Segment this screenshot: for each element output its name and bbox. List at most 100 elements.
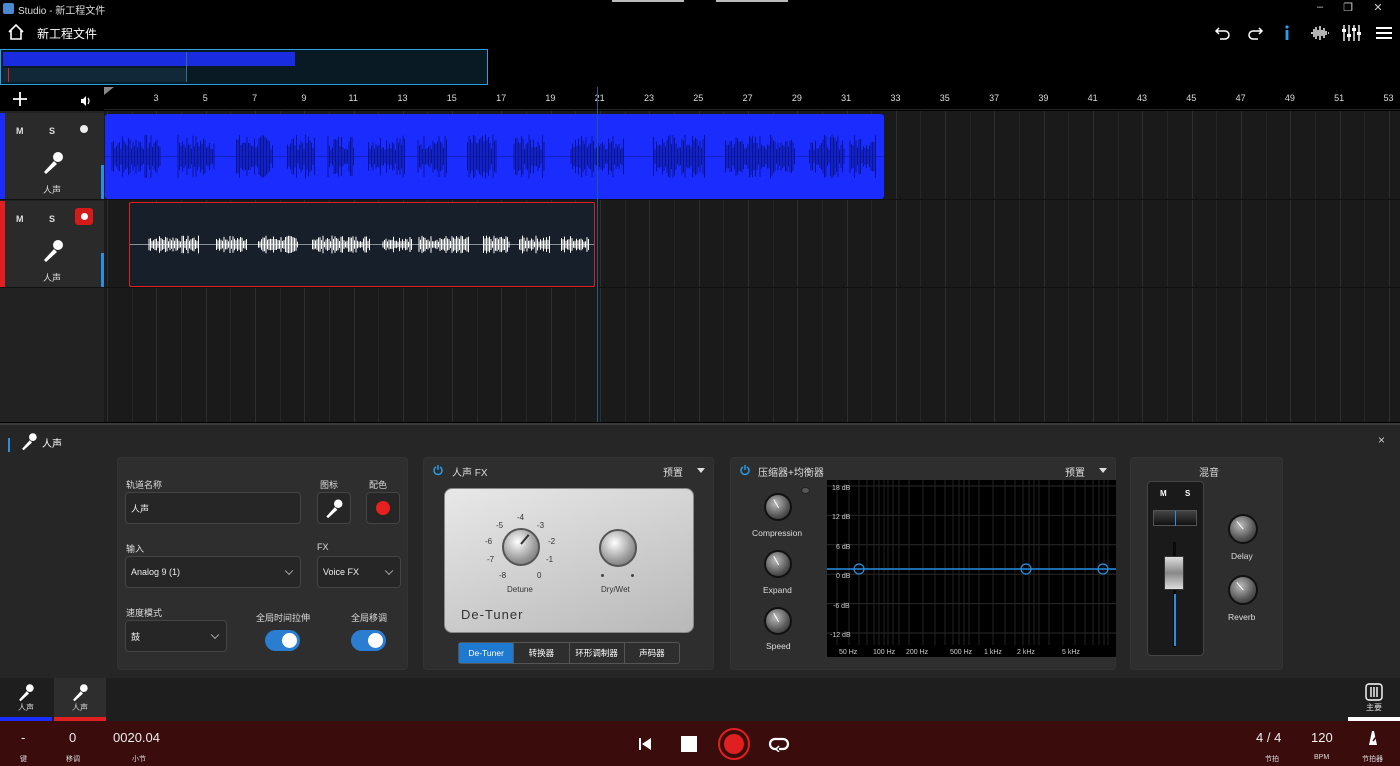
fx-label: FX <box>317 542 329 552</box>
grid-line <box>1290 111 1292 422</box>
audio-clip-track-1[interactable] <box>105 114 884 199</box>
expand-knob[interactable] <box>764 550 792 578</box>
minimize-icon[interactable]: – <box>1310 1 1330 13</box>
menu-icon[interactable] <box>1373 22 1395 44</box>
pan-control[interactable] <box>1153 510 1197 526</box>
mixer-icon[interactable] <box>1340 22 1362 44</box>
bpm-value[interactable]: 120 <box>1311 730 1333 745</box>
detune-knob[interactable] <box>502 528 540 566</box>
ruler-tick-label: 37 <box>989 93 1000 103</box>
track-detail-panel: 人声 × 轨道名称 人声 图标 配色 输入 Analog 9 (1) FX Vo… <box>0 423 1400 678</box>
comp-eq-preset-button[interactable]: 预置 <box>1065 464 1085 479</box>
ruler-tick-label: 7 <box>252 93 258 103</box>
mute-button[interactable]: M <box>16 126 24 136</box>
add-track-icon[interactable] <box>11 90 29 113</box>
tab-converter[interactable]: 转换器 <box>513 643 568 663</box>
key-value[interactable]: - <box>21 730 25 745</box>
tab-vocoder[interactable]: 声码器 <box>623 643 679 663</box>
footer-track-tab-1[interactable]: 人声 <box>0 678 52 721</box>
color-picker-button[interactable] <box>366 492 400 524</box>
redo-icon[interactable] <box>1244 22 1266 44</box>
track-name-input[interactable]: 人声 <box>125 492 301 524</box>
dry-wet-knob[interactable] <box>599 529 637 567</box>
ruler-tick-label: 35 <box>939 93 950 103</box>
loop-button[interactable] <box>767 733 791 755</box>
icon-picker-button[interactable] <box>317 492 351 524</box>
rewind-button[interactable] <box>634 733 656 755</box>
grid-line <box>1314 111 1316 422</box>
preset-dropdown-icon[interactable] <box>697 468 705 473</box>
bar-position-value[interactable]: 0020.04 <box>113 730 160 745</box>
close-detail-icon[interactable]: × <box>1378 433 1385 447</box>
metronome-button[interactable] <box>1364 729 1382 747</box>
grid-line <box>1068 111 1070 422</box>
transpose-value[interactable]: 0 <box>69 730 76 745</box>
track-header-2[interactable]: M S 人声 <box>0 201 104 288</box>
close-window-icon[interactable]: ✕ <box>1368 1 1388 14</box>
footer-track-tab-2[interactable]: 人声 <box>54 678 106 721</box>
transpose-toggle[interactable] <box>351 630 386 651</box>
speed-mode-select[interactable]: 鼓 <box>125 620 227 652</box>
tab-de-tuner[interactable]: De-Tuner <box>459 643 514 663</box>
tab-ring-modulator[interactable]: 环形调制器 <box>568 643 624 663</box>
home-icon[interactable] <box>7 23 25 46</box>
detail-title: 人声 <box>42 439 62 450</box>
waveform-view-icon[interactable] <box>1309 22 1331 44</box>
grid-line <box>1142 111 1144 422</box>
eq-db-label: 12 dB <box>832 514 851 521</box>
grid-line <box>895 111 897 422</box>
mix-solo-button[interactable]: S <box>1185 489 1190 498</box>
power-icon[interactable] <box>432 463 444 481</box>
metronome-label: 节拍器 <box>1362 756 1383 763</box>
grid-line <box>1117 111 1119 422</box>
speaker-icon[interactable] <box>80 94 92 112</box>
playhead[interactable] <box>597 87 598 422</box>
input-select-value: Analog 9 (1) <box>131 567 181 577</box>
record-arm-button[interactable] <box>75 208 93 225</box>
preset-dropdown-icon[interactable] <box>1099 468 1107 473</box>
input-select[interactable]: Analog 9 (1) <box>125 556 301 588</box>
restore-icon[interactable]: ❐ <box>1338 1 1358 14</box>
eq-db-label: 18 dB <box>832 485 851 492</box>
main-tab-label: 主要 <box>1366 703 1382 712</box>
ruler-tick-label: 49 <box>1284 93 1295 103</box>
song-overview[interactable] <box>0 49 488 85</box>
record-arm-button[interactable] <box>80 125 88 133</box>
mix-panel: 混音 M S Delay Reverb <box>1130 457 1283 670</box>
time-stretch-toggle[interactable] <box>265 630 300 651</box>
color-label: 配色 <box>369 480 388 490</box>
app-icon <box>3 3 14 14</box>
power-icon[interactable] <box>739 463 751 481</box>
compression-knob[interactable] <box>764 493 792 521</box>
vocal-fx-preset-button[interactable]: 预置 <box>663 464 683 479</box>
ruler-tick-label: 53 <box>1383 93 1394 103</box>
mute-button[interactable]: M <box>16 214 24 224</box>
track-level-meter <box>101 165 104 199</box>
delay-knob[interactable] <box>1228 514 1258 544</box>
main-mix-tab[interactable]: 主要 <box>1348 678 1400 721</box>
microphone-icon <box>73 684 88 702</box>
reverb-knob[interactable] <box>1228 575 1258 605</box>
bpm-label: BPM <box>1314 754 1330 761</box>
stop-button[interactable] <box>678 733 700 755</box>
toggle-knob <box>282 633 297 648</box>
track-header-1[interactable]: M S 人声 <box>0 113 104 200</box>
fx-select[interactable]: Voice FX <box>317 556 401 588</box>
eq-graph[interactable]: 18 dB 12 dB 6 dB 0 dB -6 dB -12 dB 50 Hz… <box>827 480 1116 657</box>
mix-mute-button[interactable]: M <box>1160 489 1167 498</box>
speed-knob[interactable] <box>764 607 792 635</box>
song-start-marker[interactable] <box>104 87 114 95</box>
volume-fader[interactable] <box>1164 556 1184 590</box>
solo-button[interactable]: S <box>49 126 55 136</box>
info-icon[interactable] <box>1276 22 1298 44</box>
audio-clip-track-2[interactable] <box>129 202 595 287</box>
ruler-tick-label: 3 <box>153 93 159 103</box>
eq-freq-label: 200 Hz <box>906 649 929 656</box>
solo-button[interactable]: S <box>49 214 55 224</box>
undo-icon[interactable] <box>1212 22 1234 44</box>
title-bar: Studio - 新工程文件 – ❐ ✕ <box>0 0 1400 17</box>
time-signature-value[interactable]: 4 / 4 <box>1256 730 1281 745</box>
eq-db-label: -6 dB <box>833 603 850 610</box>
timeline-ruler[interactable]: 3 5 7 9 11 13 15 17 19 21 23 25 27 29 31 33 35 37 39 41 43 45… <box>104 87 1400 110</box>
record-button[interactable] <box>718 728 750 760</box>
